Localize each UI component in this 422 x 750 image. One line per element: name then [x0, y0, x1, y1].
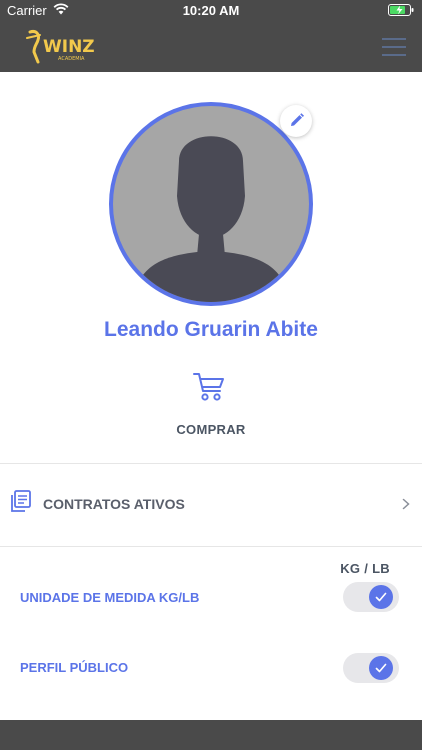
- battery-charging-icon: [388, 4, 414, 16]
- winz-logo: WINZ ACADEMIA: [26, 30, 95, 64]
- public-profile-label: PERFIL PÚBLICO: [20, 660, 129, 675]
- documents-icon: [11, 490, 31, 512]
- edit-profile-button[interactable]: [280, 105, 312, 137]
- toggle-knob: [369, 656, 393, 680]
- toggle-knob: [369, 585, 393, 609]
- checkmark-icon: [375, 663, 387, 673]
- measurement-unit-toggle[interactable]: [343, 582, 399, 612]
- shopping-cart-icon[interactable]: [192, 370, 226, 402]
- active-contracts-row[interactable]: CONTRATOS ATIVOS: [0, 465, 422, 545]
- top-bar: Carrier 10:20 AM WINZ ACADEMIA: [0, 0, 422, 72]
- profile-name: Leando Gruarin Abite: [104, 318, 318, 341]
- chevron-right-icon: [402, 498, 410, 510]
- hamburger-menu-icon[interactable]: [382, 38, 406, 56]
- status-bar: Carrier 10:20 AM: [0, 0, 422, 22]
- unit-header-label: KG / LB: [340, 561, 390, 576]
- checkmark-icon: [375, 592, 387, 602]
- bottom-bar: [0, 720, 422, 750]
- public-profile-toggle[interactable]: [343, 653, 399, 683]
- active-contracts-label: CONTRATOS ATIVOS: [43, 496, 185, 512]
- buy-button[interactable]: COMPRAR: [0, 422, 422, 437]
- status-time: 10:20 AM: [182, 3, 240, 18]
- svg-text:ACADEMIA: ACADEMIA: [58, 56, 85, 62]
- pencil-icon: [291, 113, 304, 126]
- divider: [0, 546, 422, 547]
- measurement-unit-label: UNIDADE DE MEDIDA KG/LB: [20, 590, 200, 605]
- svg-text:WINZ: WINZ: [43, 37, 95, 57]
- divider: [0, 463, 422, 464]
